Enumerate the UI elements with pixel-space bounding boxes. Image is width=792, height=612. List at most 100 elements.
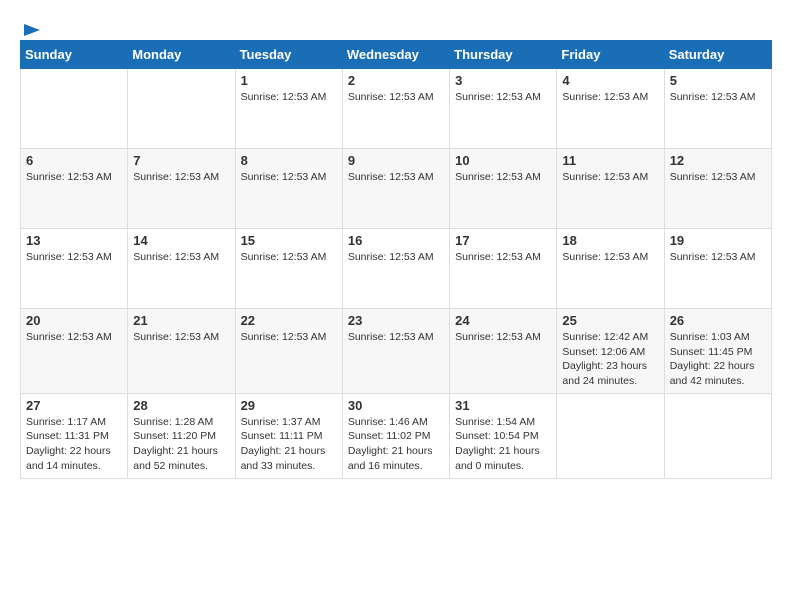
day-number: 12 (670, 153, 766, 168)
calendar-header: SundayMondayTuesdayWednesdayThursdayFrid… (21, 41, 772, 69)
day-cell: 9 Sunrise: 12:53 AM (342, 149, 449, 229)
day-number: 24 (455, 313, 551, 328)
week-row-4: 20Sunrise: 12:53 AM21Sunrise: 12:53 AM22… (21, 309, 772, 394)
day-info: Sunrise: 12:53 AM (670, 170, 766, 185)
day-info: Sunrise: 1:54 AM Sunset: 10:54 PM Daylig… (455, 415, 551, 474)
weekday-header-monday: Monday (128, 41, 235, 69)
day-cell: 5 Sunrise: 12:53 AM (664, 69, 771, 149)
logo (20, 20, 42, 34)
day-cell (557, 393, 664, 478)
day-cell: 26Sunrise: 1:03 AM Sunset: 11:45 PM Dayl… (664, 309, 771, 394)
day-cell: 15Sunrise: 12:53 AM (235, 229, 342, 309)
day-number: 30 (348, 398, 444, 413)
day-info: Sunrise: 12:53 AM (348, 170, 444, 185)
day-info: Sunrise: 12:53 AM (26, 330, 122, 345)
day-info: Sunrise: 12:53 AM (133, 250, 229, 265)
day-cell: 30 Sunrise: 1:46 AM Sunset: 11:02 PM Dayl… (342, 393, 449, 478)
day-info: Sunrise: 12:53 AM (562, 90, 658, 105)
day-info: Sunrise: 12:53 AM (348, 90, 444, 105)
day-number: 31 (455, 398, 551, 413)
day-number: 19 (670, 233, 766, 248)
day-cell: 21 Sunrise: 12:53 AM (128, 309, 235, 394)
day-info: Sunrise: 12:53 AM (455, 330, 551, 345)
day-info: Sunrise: 12:53 AM (241, 250, 337, 265)
day-number: 5 (670, 73, 766, 88)
day-cell: 31 Sunrise: 1:54 AM Sunset: 10:54 PM Dayl… (450, 393, 557, 478)
day-number: 21 (133, 313, 229, 328)
day-info: Sunrise: 12:53 AM (562, 170, 658, 185)
day-number: 7 (133, 153, 229, 168)
weekday-header-sunday: Sunday (21, 41, 128, 69)
day-cell: 8 Sunrise: 12:53 AM (235, 149, 342, 229)
day-cell: 29Sunrise: 1:37 AM Sunset: 11:11 PM Dayl… (235, 393, 342, 478)
day-cell: 7 Sunrise: 12:53 AM (128, 149, 235, 229)
day-number: 3 (455, 73, 551, 88)
day-info: Sunrise: 1:46 AM Sunset: 11:02 PM Daylig… (348, 415, 444, 474)
day-info: Sunrise: 12:53 AM (562, 250, 658, 265)
day-number: 18 (562, 233, 658, 248)
day-number: 20 (26, 313, 122, 328)
day-info: Sunrise: 1:28 AM Sunset: 11:20 PM Daylig… (133, 415, 229, 474)
day-cell: 25 Sunrise: 12:42 AM Sunset: 12:06 AM Day… (557, 309, 664, 394)
day-info: Sunrise: 12:53 AM (241, 90, 337, 105)
day-cell (21, 69, 128, 149)
day-cell: 18 Sunrise: 12:53 AM (557, 229, 664, 309)
day-cell: 20 Sunrise: 12:53 AM (21, 309, 128, 394)
day-cell: 27Sunrise: 1:17 AM Sunset: 11:31 PM Dayl… (21, 393, 128, 478)
day-info: Sunrise: 12:53 AM (241, 330, 337, 345)
day-cell: 2 Sunrise: 12:53 AM (342, 69, 449, 149)
weekday-header-saturday: Saturday (664, 41, 771, 69)
day-cell: 16 Sunrise: 12:53 AM (342, 229, 449, 309)
day-info: Sunrise: 12:53 AM (455, 250, 551, 265)
day-info: Sunrise: 12:53 AM (241, 170, 337, 185)
week-row-3: 13Sunrise: 12:53 AM14Sunrise: 12:53 AM15… (21, 229, 772, 309)
day-cell (664, 393, 771, 478)
day-number: 2 (348, 73, 444, 88)
day-cell: 3 Sunrise: 12:53 AM (450, 69, 557, 149)
day-number: 29 (241, 398, 337, 413)
weekday-header-wednesday: Wednesday (342, 41, 449, 69)
logo-flag-icon (22, 20, 42, 40)
week-row-5: 27Sunrise: 1:17 AM Sunset: 11:31 PM Dayl… (21, 393, 772, 478)
day-info: Sunrise: 1:03 AM Sunset: 11:45 PM Daylig… (670, 330, 766, 389)
day-number: 11 (562, 153, 658, 168)
day-cell: 6Sunrise: 12:53 AM (21, 149, 128, 229)
day-number: 1 (241, 73, 337, 88)
day-cell: 28Sunrise: 1:28 AM Sunset: 11:20 PM Dayl… (128, 393, 235, 478)
day-info: Sunrise: 12:42 AM Sunset: 12:06 AM Dayli… (562, 330, 658, 389)
day-cell: 17 Sunrise: 12:53 AM (450, 229, 557, 309)
day-number: 13 (26, 233, 122, 248)
day-number: 23 (348, 313, 444, 328)
day-number: 17 (455, 233, 551, 248)
header (20, 20, 772, 34)
day-number: 8 (241, 153, 337, 168)
day-cell: 13Sunrise: 12:53 AM (21, 229, 128, 309)
day-number: 4 (562, 73, 658, 88)
day-number: 16 (348, 233, 444, 248)
day-info: Sunrise: 12:53 AM (670, 90, 766, 105)
week-row-1: 1 Sunrise: 12:53 AM 2 Sunrise: 12:53 AM 3 Sun… (21, 69, 772, 149)
day-info: Sunrise: 12:53 AM (26, 170, 122, 185)
weekday-header-row: SundayMondayTuesdayWednesdayThursdayFrid… (21, 41, 772, 69)
day-info: Sunrise: 12:53 AM (348, 250, 444, 265)
day-cell: 24 Sunrise: 12:53 AM (450, 309, 557, 394)
day-cell: 11 Sunrise: 12:53 AM (557, 149, 664, 229)
day-number: 25 (562, 313, 658, 328)
day-cell: 19Sunrise: 12:53 AM (664, 229, 771, 309)
calendar-body: 1 Sunrise: 12:53 AM 2 Sunrise: 12:53 AM 3 Sun… (21, 69, 772, 479)
day-info: Sunrise: 12:53 AM (455, 90, 551, 105)
day-number: 14 (133, 233, 229, 248)
weekday-header-thursday: Thursday (450, 41, 557, 69)
weekday-header-tuesday: Tuesday (235, 41, 342, 69)
calendar: SundayMondayTuesdayWednesdayThursdayFrid… (20, 40, 772, 479)
day-info: Sunrise: 12:53 AM (133, 170, 229, 185)
day-cell: 4 Sunrise: 12:53 AM (557, 69, 664, 149)
weekday-header-friday: Friday (557, 41, 664, 69)
day-cell: 10 Sunrise: 12:53 AM (450, 149, 557, 229)
day-info: Sunrise: 12:53 AM (455, 170, 551, 185)
day-info: Sunrise: 1:17 AM Sunset: 11:31 PM Daylig… (26, 415, 122, 474)
day-number: 9 (348, 153, 444, 168)
day-info: Sunrise: 12:53 AM (133, 330, 229, 345)
day-number: 10 (455, 153, 551, 168)
day-cell (128, 69, 235, 149)
